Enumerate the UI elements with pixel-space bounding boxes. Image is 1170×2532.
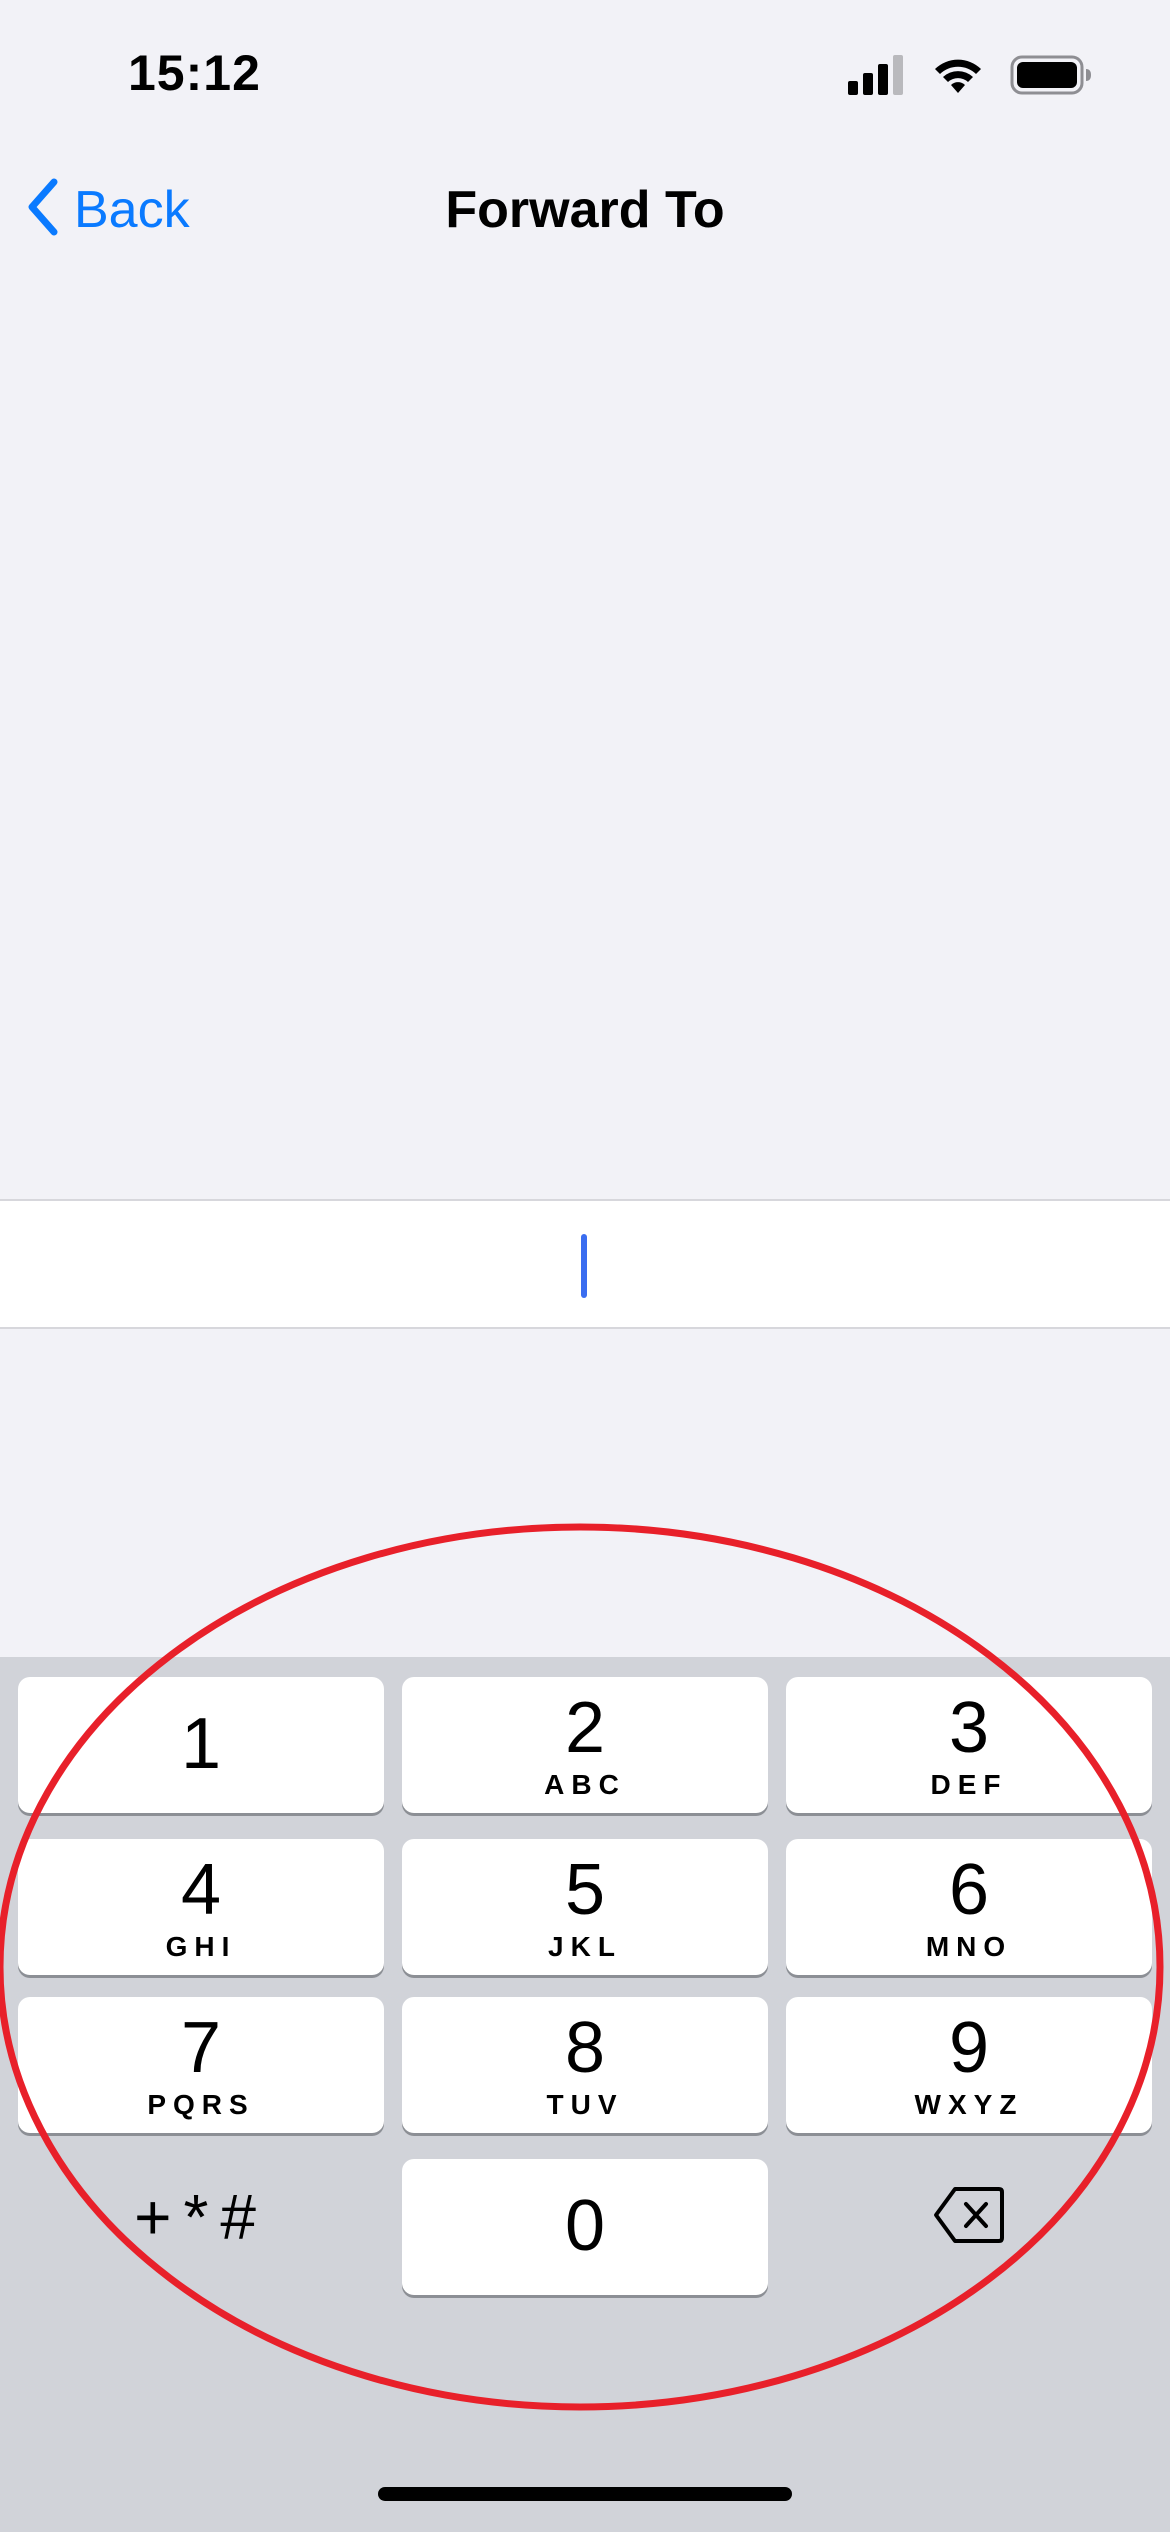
numeric-keypad: 1 2 ABC 3 DEF 4 GHI 5 JKL 6 MNO 7 PQRS 8…: [0, 1657, 1170, 2532]
key-digit: 1: [180, 1704, 222, 1784]
key-6[interactable]: 6 MNO: [786, 1839, 1152, 1975]
cellular-signal-icon: [848, 54, 906, 100]
key-letters: ABC: [544, 1769, 626, 1800]
key-8[interactable]: 8 TUV: [402, 1997, 768, 2133]
key-digit: 0: [564, 2186, 606, 2266]
key-5[interactable]: 5 JKL: [402, 1839, 768, 1975]
key-1[interactable]: 1: [18, 1677, 384, 1813]
key-0[interactable]: 0: [402, 2159, 768, 2295]
status-time: 15:12: [128, 45, 261, 101]
wifi-icon: [932, 55, 984, 100]
key-digit: 2: [564, 1688, 606, 1768]
phone-number-field-row: [0, 1199, 1170, 1329]
status-icons: [848, 54, 1092, 100]
delete-key[interactable]: [786, 2149, 1152, 2285]
text-cursor: [581, 1234, 587, 1298]
delete-backspace-icon: [933, 2186, 1005, 2249]
symbols-key[interactable]: +*#: [18, 2149, 384, 2285]
navigation-bar: Back Forward To: [0, 150, 1170, 270]
key-2[interactable]: 2 ABC: [402, 1677, 768, 1813]
page-title: Forward To: [445, 181, 725, 239]
battery-icon: [1010, 55, 1092, 100]
key-letters: JKL: [548, 1931, 622, 1962]
key-letters: PQRS: [147, 2089, 255, 2120]
key-letters: MNO: [925, 1931, 1013, 1962]
status-bar: 15:12: [0, 0, 1170, 150]
key-digit: 4: [180, 1850, 222, 1930]
key-digit: 5: [564, 1850, 606, 1930]
key-digit: 3: [948, 1688, 990, 1768]
key-letters: GHI: [165, 1931, 237, 1962]
key-digit: 7: [180, 2008, 222, 2088]
key-digit: 8: [564, 2008, 606, 2088]
key-letters: DEF: [930, 1769, 1008, 1800]
key-9[interactable]: 9 WXYZ: [786, 1997, 1152, 2133]
key-digit: 9: [948, 2008, 990, 2088]
key-digit: 6: [948, 1850, 990, 1930]
key-letters: TUV: [546, 2089, 624, 2120]
key-3[interactable]: 3 DEF: [786, 1677, 1152, 1813]
key-7[interactable]: 7 PQRS: [18, 1997, 384, 2133]
key-4[interactable]: 4 GHI: [18, 1839, 384, 1975]
home-indicator: [378, 2487, 792, 2501]
key-letters: WXYZ: [914, 2089, 1024, 2120]
